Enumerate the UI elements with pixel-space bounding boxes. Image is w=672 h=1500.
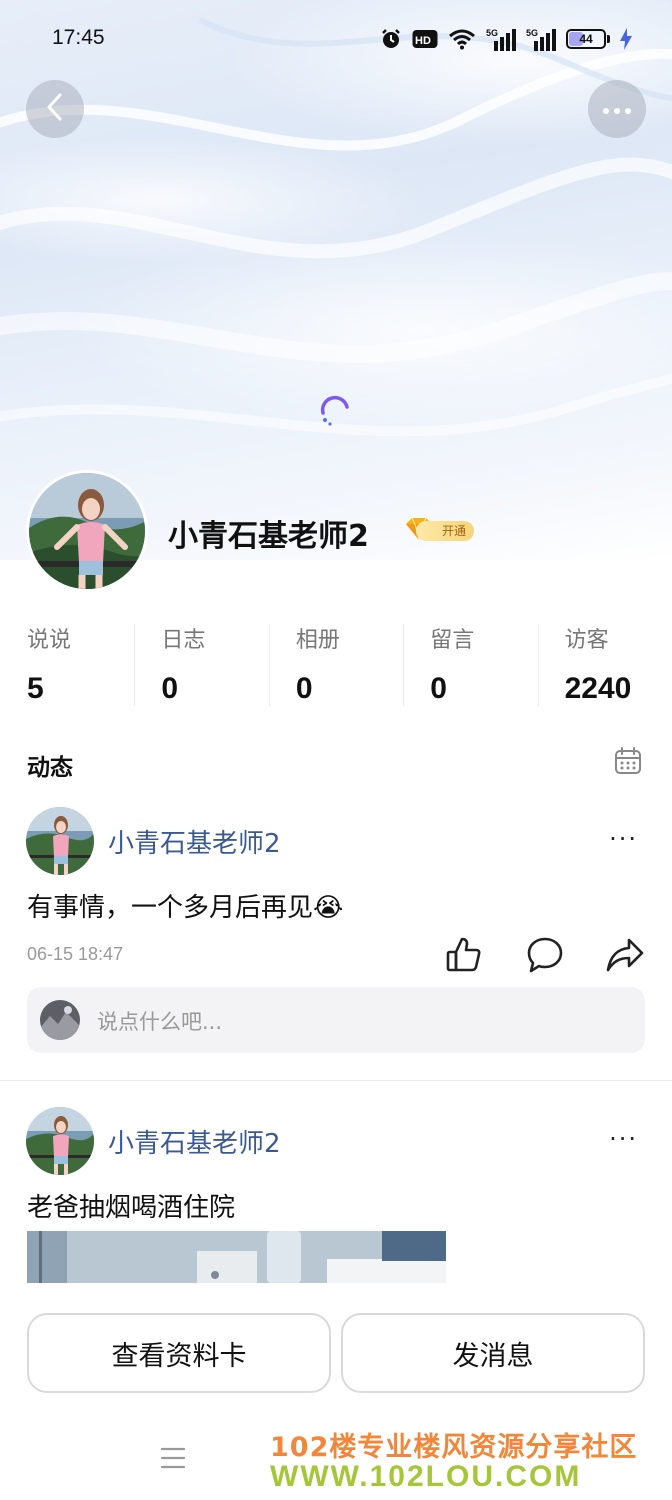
like-icon[interactable] (445, 935, 483, 977)
current-user-avatar (40, 1000, 80, 1040)
battery-icon: 44 (566, 29, 610, 49)
svg-text:HD: HD (415, 35, 431, 47)
stat-label: 留言 (430, 628, 475, 653)
post-text: 有事情，一个多月后再见😭 (27, 893, 344, 923)
more-options-button[interactable] (588, 80, 646, 138)
profile-avatar[interactable] (26, 470, 148, 592)
watermark: 102楼专业楼风资源分享社区 WWW.102LOU.COM (270, 1425, 650, 1494)
comment-input[interactable]: 说点什么吧... (27, 987, 645, 1053)
send-message-button[interactable]: 发消息 (341, 1313, 645, 1393)
feed-title: 动态 (27, 755, 73, 781)
post-image[interactable] (27, 1231, 446, 1283)
status-time: 17:45 (52, 26, 105, 49)
stat-label: 说说 (27, 628, 72, 653)
stat-value: 0 (430, 672, 447, 705)
svg-text:5G: 5G (486, 28, 498, 38)
post-author-avatar[interactable] (26, 807, 94, 875)
status-icons: HD 5G 5G 44 (380, 26, 632, 52)
5g-signal-icon: 5G (486, 27, 516, 51)
svg-text:5G: 5G (526, 28, 538, 38)
bottom-action-bar: 查看资料卡 发消息 (0, 1313, 672, 1395)
post-timestamp: 06-15 18:47 (27, 944, 124, 964)
alarm-icon (380, 28, 402, 50)
post-more-button[interactable]: ··· (609, 825, 638, 853)
post-more-button[interactable]: ··· (609, 1125, 638, 1153)
battery-level-text: 44 (579, 32, 593, 46)
stat-blogs[interactable]: 日志 0 (134, 618, 268, 713)
stat-albums[interactable]: 相册 0 (268, 618, 403, 713)
more-horizontal-icon (602, 100, 632, 119)
post-divider (0, 1080, 672, 1081)
profile-name: 小青石基老师2 (168, 519, 369, 554)
charging-icon (620, 28, 632, 50)
post-author-name[interactable]: 小青石基老师2 (108, 823, 281, 860)
loading-spinner-icon (317, 393, 353, 433)
stat-posts[interactable]: 说说 5 (0, 618, 134, 713)
back-button[interactable] (26, 80, 84, 138)
menu-icon[interactable] (160, 1445, 186, 1475)
chevron-left-icon (44, 92, 66, 126)
wifi-icon (448, 28, 476, 50)
calendar-icon[interactable] (614, 747, 642, 779)
watermark-title: 102楼专业楼风资源分享社区 (270, 1432, 638, 1463)
post-author-avatar[interactable] (26, 1107, 94, 1175)
comment-placeholder: 说点什么吧... (97, 1010, 223, 1034)
stat-value: 2240 (564, 672, 632, 705)
hd-icon: HD (412, 29, 438, 49)
post-text: 老爸抽烟喝酒住院 (27, 1193, 236, 1223)
status-bar: 17:45 HD 5G 5G 44 (0, 0, 672, 78)
stat-label: 相册 (295, 628, 340, 653)
stat-value: 0 (295, 672, 313, 705)
view-profile-card-button[interactable]: 查看资料卡 (27, 1313, 331, 1393)
stat-value: 0 (161, 672, 179, 705)
profile-stats: 说说 5 日志 0 相册 0 留言 0 访客 2240 (0, 618, 672, 713)
stat-value: 5 (27, 672, 44, 705)
stat-label: 日志 (161, 628, 206, 653)
vip-badge-label: 开通 (416, 521, 475, 541)
watermark-url: WWW.102LOU.COM (270, 1460, 582, 1493)
post-author-name[interactable]: 小青石基老师2 (108, 1123, 281, 1160)
vip-badge[interactable]: 开通 (404, 517, 475, 544)
share-icon[interactable] (605, 936, 645, 978)
stat-messages[interactable]: 留言 0 (403, 618, 537, 713)
5g-signal-icon: 5G (526, 27, 556, 51)
stat-label: 访客 (564, 628, 609, 653)
comment-icon[interactable] (526, 936, 564, 978)
stat-visitors[interactable]: 访客 2240 (537, 618, 672, 713)
